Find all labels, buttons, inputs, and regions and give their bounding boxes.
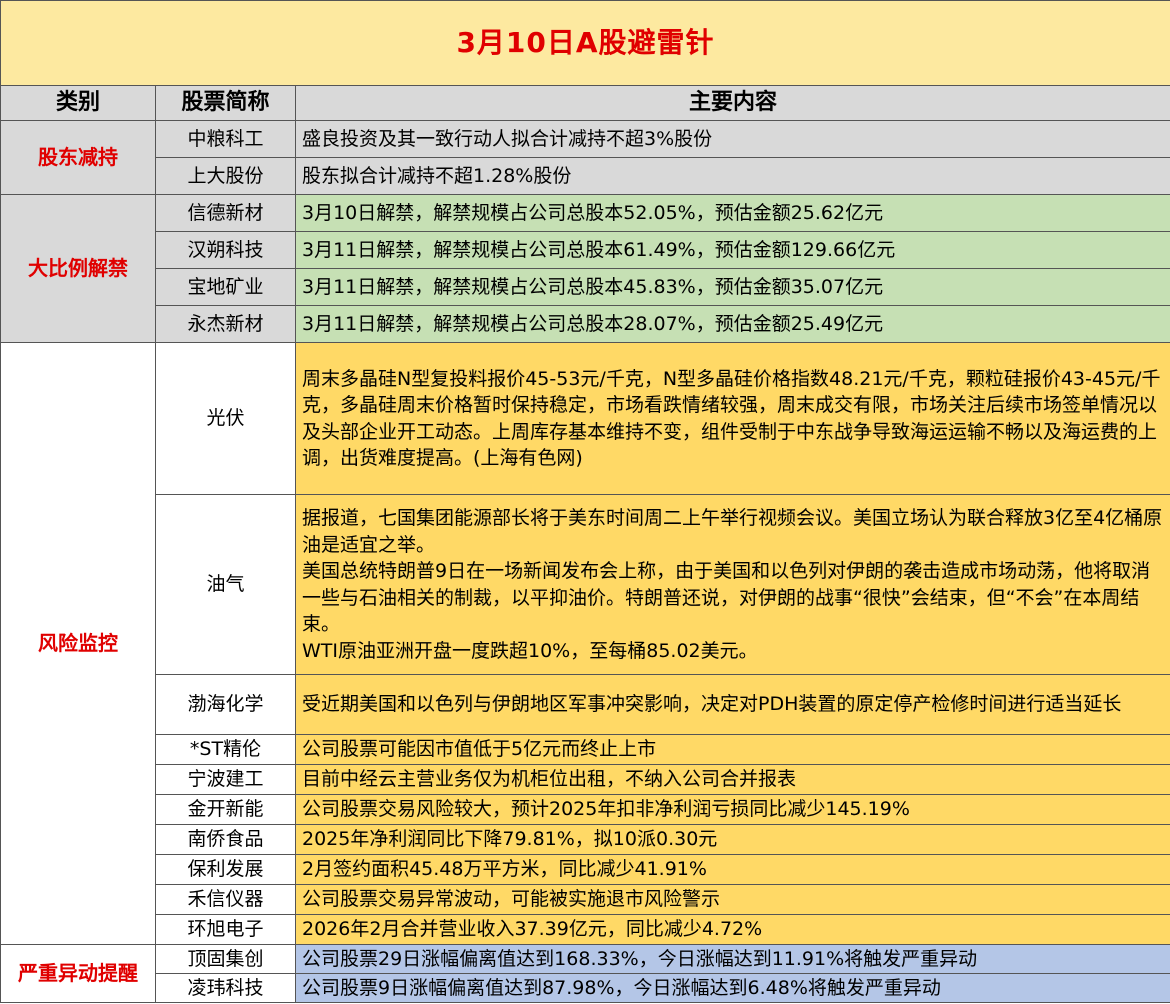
stock-name: *ST精伦 — [155, 734, 296, 765]
stock-content: 美国总统特朗普9日在一场新闻发布会上称，由于美国和以色列对伊朗的袭击造成市场动荡… — [302, 560, 1151, 635]
header-content: 主要内容 — [295, 85, 1170, 121]
page-title: 3月10日A股避雷针 — [0, 0, 1170, 86]
stock-content: 受近期美国和以色列与伊朗地区军事冲突影响，决定对PDH装置的原定停产检修时间进行… — [295, 674, 1170, 735]
stock-content: 3月11日解禁，解禁规模占公司总股本45.83%，预估金额35.07亿元 — [295, 268, 1170, 306]
stock-name: 油气 — [155, 494, 296, 675]
stock-content: 3月10日解禁，解禁规模占公司总股本52.05%，预估金额25.62亿元 — [295, 194, 1170, 232]
stock-content-group: 据报道，七国集团能源部长将于美东时间周二上午举行视频会议。美国立场认为联合释放3… — [295, 494, 1170, 675]
stock-name: 禾信仪器 — [155, 884, 296, 915]
stock-content: 公司股票29日涨幅偏离值达到168.33%，今日涨幅达到11.91%将触发严重异… — [295, 944, 1170, 974]
stock-name: 顶固集创 — [155, 944, 296, 974]
category-shareholder-reduction: 股东减持 — [0, 120, 156, 195]
category-risk-monitor: 风险监控 — [0, 342, 156, 945]
stock-name: 环旭电子 — [155, 914, 296, 945]
stock-content: 3月11日解禁，解禁规模占公司总股本61.49%，预估金额129.66亿元 — [295, 231, 1170, 269]
category-severe-abnormal: 严重异动提醒 — [0, 944, 156, 1003]
stock-content: 目前中经云主营业务仅为机柜位出租，不纳入公司合并报表 — [295, 764, 1170, 795]
stock-name: 渤海化学 — [155, 674, 296, 735]
stock-name: 宝地矿业 — [155, 268, 296, 306]
stock-name: 南侨食品 — [155, 824, 296, 855]
stock-name: 保利发展 — [155, 854, 296, 885]
stock-content: 2月签约面积45.48万平方米，同比减少41.91% — [295, 854, 1170, 885]
risk-table: 3月10日A股避雷针 类别 股票简称 主要内容 股东减持 中粮科工 盛良投资及其… — [0, 0, 1170, 1003]
header-category: 类别 — [0, 85, 156, 121]
stock-name: 中粮科工 — [155, 120, 296, 158]
stock-content: 公司股票9日涨幅偏离值达到87.98%，今日涨幅达到6.48%将触发严重异动 — [295, 973, 1170, 1003]
stock-name: 宁波建工 — [155, 764, 296, 795]
stock-content: 周末多晶硅N型复投料报价45-53元/千克，N型多晶硅价格指数48.21元/千克… — [295, 342, 1170, 495]
stock-name: 金开新能 — [155, 794, 296, 825]
category-large-unlock: 大比例解禁 — [0, 194, 156, 343]
stock-name: 光伏 — [155, 342, 296, 495]
header-stock: 股票简称 — [155, 85, 296, 121]
stock-content: 3月11日解禁，解禁规模占公司总股本28.07%，预估金额25.49亿元 — [295, 305, 1170, 343]
stock-content: 2026年2月合并营业收入37.39亿元，同比减少4.72% — [295, 914, 1170, 945]
stock-content: 2025年净利润同比下降79.81%，拟10派0.30元 — [295, 824, 1170, 855]
stock-name: 永杰新材 — [155, 305, 296, 343]
stock-name: 凌玮科技 — [155, 973, 296, 1003]
stock-name: 汉朔科技 — [155, 231, 296, 269]
stock-content: WTI原油亚洲开盘一度跌超10%，至每桶85.02美元。 — [302, 639, 758, 662]
stock-content: 盛良投资及其一致行动人拟合计减持不超3%股份 — [295, 120, 1170, 158]
stock-content: 公司股票交易异常波动，可能被实施退市风险警示 — [295, 884, 1170, 915]
stock-content: 股东拟合计减持不超1.28%股份 — [295, 157, 1170, 195]
stock-content: 据报道，七国集团能源部长将于美东时间周二上午举行视频会议。美国立场认为联合释放3… — [302, 507, 1163, 556]
stock-name: 信德新材 — [155, 194, 296, 232]
stock-content: 公司股票可能因市值低于5亿元而终止上市 — [295, 734, 1170, 765]
stock-name: 上大股份 — [155, 157, 296, 195]
stock-content: 公司股票交易风险较大，预计2025年扣非净利润亏损同比减少145.19% — [295, 794, 1170, 825]
